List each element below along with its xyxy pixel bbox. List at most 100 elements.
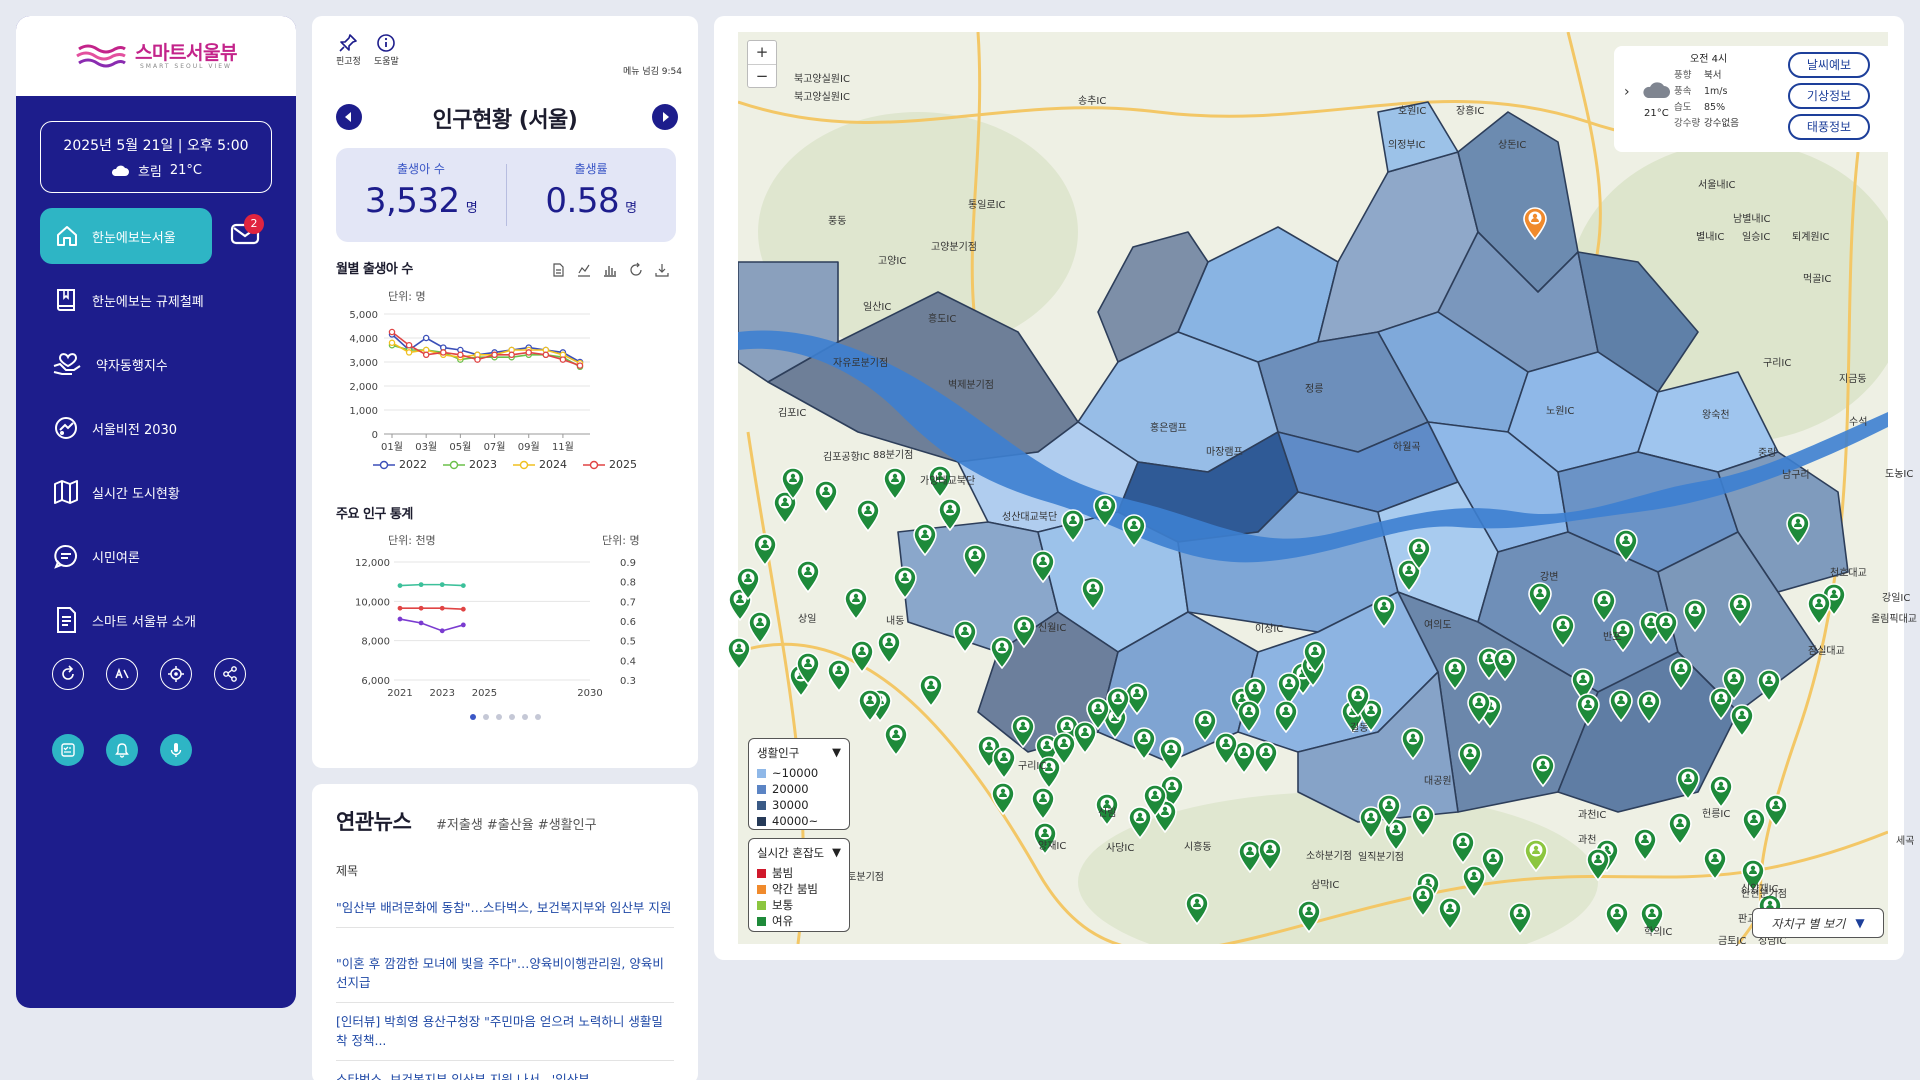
poi-pin-icon[interactable] [1465,690,1493,724]
poi-pin-icon[interactable] [1460,864,1488,898]
poi-pin-icon[interactable] [1235,699,1263,733]
poi-pin-icon[interactable] [751,532,779,566]
legend-item-2025[interactable]: 2025 [583,458,637,471]
poi-pin-icon[interactable] [1674,766,1702,800]
district-view-button[interactable]: 자치구 별 보기 ▼ [1752,908,1884,938]
page-dot[interactable] [521,714,528,720]
poi-pin-icon[interactable] [1405,536,1433,570]
poi-pin-icon[interactable] [1370,594,1398,628]
poi-pin-icon[interactable] [1701,846,1729,880]
poi-pin-icon[interactable] [1441,656,1469,690]
poi-pin-icon[interactable] [1183,891,1211,925]
poi-pin-icon[interactable] [1584,847,1612,881]
refresh-icon[interactable] [628,262,644,278]
nav-public-opinion[interactable]: 시민여론 [52,541,140,571]
poi-pin-icon[interactable] [1506,901,1534,935]
nav-realtime-city[interactable]: 실시간 도시현황 [52,477,180,507]
poi-pin-icon[interactable] [1035,755,1063,789]
poi-pin-icon[interactable] [1126,805,1154,839]
nav-vision-2030[interactable]: 서울비전 2030 [52,413,177,443]
document-icon[interactable] [550,262,566,278]
poi-pin-icon[interactable] [812,479,840,513]
pin-button[interactable]: 핀고정 [336,32,361,67]
poi-pin-icon[interactable] [734,566,762,600]
line-chart-icon[interactable] [576,262,592,278]
poi-pin-icon[interactable] [1720,666,1748,700]
poi-pin-icon[interactable] [794,651,822,685]
poi-pin-icon[interactable] [1755,668,1783,702]
poi-pin-icon[interactable] [926,464,954,498]
poi-pin-icon[interactable] [1399,726,1427,760]
logo[interactable]: 스마트서울뷰 SMART SEOUL VIEW [16,16,296,96]
poi-pin-icon[interactable] [1638,901,1666,935]
poi-pin-icon[interactable] [1607,688,1635,722]
news-item[interactable]: "임산부 배려문화에 동참"…스타벅스, 보건복지부와 임산부 지원 [336,898,674,928]
poi-pin-icon[interactable] [1707,774,1735,808]
poi-pin-icon[interactable] [1726,592,1754,626]
poi-pin-icon[interactable] [856,688,884,722]
poi-pin-icon[interactable] [1603,901,1631,935]
poi-pin-icon[interactable] [1529,753,1557,787]
share-button[interactable] [214,658,246,690]
poi-pin-icon[interactable] [990,745,1018,779]
poi-pin-icon[interactable] [875,630,903,664]
poi-pin-icon[interactable] [1295,899,1323,933]
news-item[interactable]: 스타벅스, 보건복지부 임산부 지원 나서...'임산부 [336,1070,674,1080]
nav-vulnerable-index[interactable]: 약자동행지수 [52,349,168,379]
poi-pin-icon[interactable] [1130,726,1158,760]
poi-pin-icon[interactable] [882,722,910,756]
poi-pin-icon[interactable] [1491,647,1519,681]
poi-pin-icon[interactable] [725,636,753,670]
page-dot[interactable] [508,714,515,720]
poi-pin-icon[interactable] [1631,827,1659,861]
poi-pin-icon[interactable] [779,466,807,500]
news-item[interactable]: "이혼 후 깜깜한 모녀에 빛을 주다"…양육비이행관리원, 양육비선지급 [336,954,674,1003]
poi-pin-icon[interactable] [1031,821,1059,855]
poi-pin-icon[interactable] [1091,493,1119,527]
poi-pin-icon[interactable] [1301,639,1329,673]
poi-pin-icon[interactable] [1344,683,1372,717]
zoom-out-button[interactable]: − [748,65,776,88]
poi-pin-icon[interactable] [1272,699,1300,733]
poi-pin-icon[interactable] [917,673,945,707]
congestion-legend[interactable]: 실시간 혼잡도 ▼ 붐빔 약간 붐빔 보통 여유 [748,838,850,932]
meteorological-info-button[interactable]: 기상정보 [1788,83,1870,109]
poi-pin-icon[interactable] [1681,598,1709,632]
help-button[interactable]: 도움말 [374,32,399,67]
poi-pin-icon[interactable] [1071,720,1099,754]
checklist-button[interactable] [52,734,84,766]
poi-pin-icon[interactable] [1375,793,1403,827]
nav-about[interactable]: 스마트 서울뷰 소개 [52,605,196,635]
poi-pin-icon[interactable] [1029,549,1057,583]
poi-pin-icon[interactable] [1256,837,1284,871]
poi-pin-icon[interactable] [1612,528,1640,562]
page-dot[interactable] [482,714,489,720]
poi-pin-icon[interactable] [961,543,989,577]
bar-chart-icon[interactable] [602,262,618,278]
poi-pin-icon[interactable] [1762,793,1790,827]
poi-pin-icon[interactable] [1574,692,1602,726]
poi-pin-icon[interactable] [1522,838,1550,872]
poi-pin-icon[interactable] [1093,792,1121,826]
page-dot[interactable] [495,714,502,720]
caret-down-icon[interactable]: ▼ [832,745,841,761]
page-dot[interactable] [534,714,541,720]
poi-pin-icon[interactable] [881,466,909,500]
poi-pin-icon[interactable] [1157,737,1185,771]
poi-pin-icon[interactable] [854,498,882,532]
poi-pin-icon[interactable] [1409,883,1437,917]
poi-pin-icon[interactable] [1590,588,1618,622]
nav-regulation[interactable]: 한눈에보는 규제철폐 [52,285,204,315]
poi-pin-icon[interactable] [1667,656,1695,690]
poi-pin-icon[interactable] [1029,786,1057,820]
poi-pin-icon[interactable] [1609,618,1637,652]
legend-item-2023[interactable]: 2023 [443,458,497,471]
poi-pin-icon[interactable] [1526,581,1554,615]
poi-pin-icon[interactable] [1079,576,1107,610]
poi-pin-icon[interactable] [1120,513,1148,547]
poi-pin-icon[interactable] [911,522,939,556]
next-button[interactable] [652,104,678,130]
target-button[interactable] [160,658,192,690]
poi-pin-icon[interactable] [989,781,1017,815]
poi-pin-icon[interactable] [1549,613,1577,647]
